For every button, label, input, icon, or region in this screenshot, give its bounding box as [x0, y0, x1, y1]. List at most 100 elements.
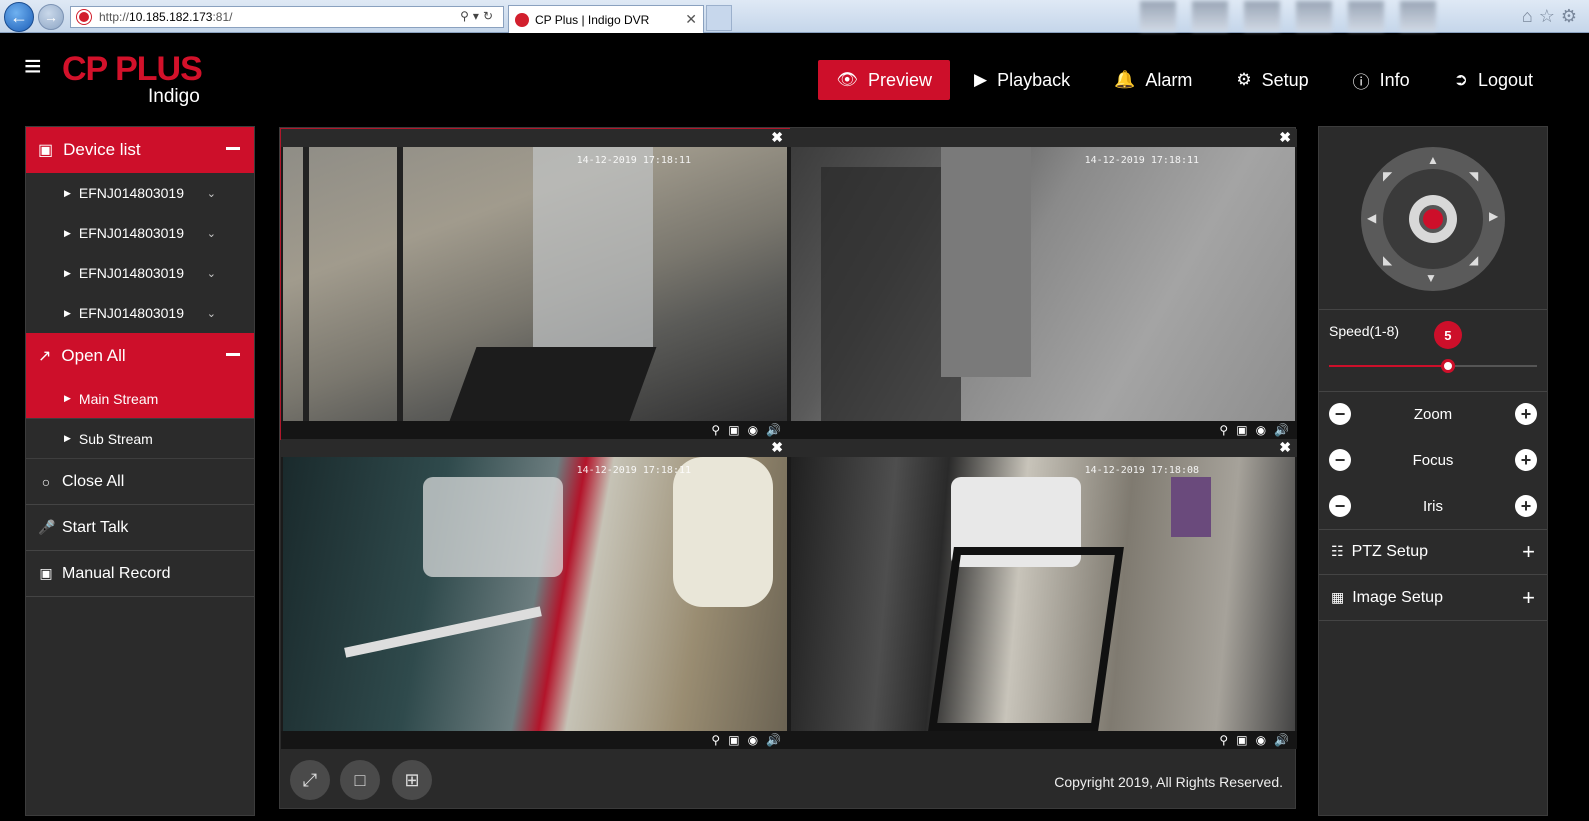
chevron-down-icon[interactable]: ⌄: [207, 187, 216, 200]
close-icon[interactable]: ✖: [1279, 439, 1291, 456]
camera-timestamp: 14-12-2019 17:18:11: [576, 155, 691, 166]
ptz-setup-section[interactable]: ☷ PTZ Setup +: [1319, 529, 1547, 575]
zoom-icon[interactable]: ⚲: [1219, 423, 1228, 437]
browser-right-icons[interactable]: ⌂☆⚙: [1522, 6, 1583, 27]
device-name: EFNJ014803019: [78, 305, 184, 321]
arrow-up-right-icon[interactable]: ◥: [1469, 169, 1478, 183]
brand-sub: Indigo: [148, 86, 200, 107]
main-stream-item[interactable]: ▶ Main Stream: [26, 379, 254, 419]
arrow-left-icon[interactable]: ◀: [1367, 211, 1376, 225]
audio-icon[interactable]: 🔊: [766, 423, 781, 437]
nav-setup[interactable]: ⚙ Setup: [1216, 60, 1328, 100]
camera-cell-1[interactable]: ✖ 14-12-2019 17:18:11 ⚲ ▣ ◉ 🔊: [280, 128, 790, 440]
zoom-in-button[interactable]: +: [1515, 403, 1537, 425]
settings-icon[interactable]: ⚙: [1561, 6, 1583, 26]
nav-playback[interactable]: ▶ Playback: [954, 60, 1090, 100]
arrow-right-icon[interactable]: ▶: [1489, 209, 1498, 223]
zoom-icon[interactable]: ⚲: [711, 423, 720, 437]
speed-slider[interactable]: 5: [1329, 321, 1537, 373]
zoom-icon[interactable]: ⚲: [1219, 733, 1228, 747]
audio-icon[interactable]: 🔊: [1274, 423, 1289, 437]
chevron-down-icon[interactable]: ⌄: [207, 227, 216, 240]
arrow-down-icon[interactable]: ▼: [1425, 271, 1437, 285]
focus-control: − Focus +: [1319, 437, 1547, 483]
ptz-joystick[interactable]: ▲ ▼ ◀ ▶ ◤ ◥ ◣ ◢: [1361, 147, 1505, 291]
device-item[interactable]: ▶ EFNJ014803019 ⌄: [26, 213, 254, 253]
snapshot-icon[interactable]: ◉: [748, 423, 758, 437]
joystick-center[interactable]: [1409, 195, 1457, 243]
close-icon[interactable]: ✖: [771, 439, 783, 456]
record-icon[interactable]: ▣: [1236, 733, 1247, 747]
start-talk-button[interactable]: 🎤 Start Talk: [26, 505, 254, 551]
image-setup-section[interactable]: ▦ Image Setup +: [1319, 575, 1547, 621]
new-tab-button[interactable]: [706, 5, 732, 31]
address-bar[interactable]: http://10.185.182.173:81/ ⚲▾↻: [70, 6, 504, 28]
camera-cell-3[interactable]: ✖ 14-12-2019 17:18:11 ⚲ ▣ ◉ 🔊: [281, 439, 789, 749]
arrow-up-icon[interactable]: ▲: [1427, 153, 1439, 167]
device-name: EFNJ014803019: [78, 225, 184, 241]
device-list-header[interactable]: ▣ Device list: [26, 127, 254, 173]
nav-logout[interactable]: ➲ Logout: [1434, 60, 1553, 100]
camera-icon: ▣: [38, 142, 54, 159]
tab-close-icon[interactable]: ✕: [685, 11, 697, 28]
close-icon[interactable]: ✖: [1279, 129, 1291, 146]
record-icon[interactable]: ▣: [1236, 423, 1247, 437]
sub-stream-item[interactable]: ▶ Sub Stream: [26, 419, 254, 459]
iris-plus-button[interactable]: +: [1515, 495, 1537, 517]
camera-feed-2[interactable]: 14-12-2019 17:18:11: [791, 147, 1295, 421]
left-sidebar: ▣ Device list ▶ EFNJ014803019 ⌄ ▶ EFNJ01480…: [25, 126, 255, 816]
open-all-header[interactable]: ↗ Open All: [26, 333, 254, 379]
nav-preview[interactable]: 👁 Preview: [818, 60, 951, 100]
iris-minus-button[interactable]: −: [1329, 495, 1351, 517]
arrow-down-right-icon[interactable]: ◢: [1469, 253, 1478, 267]
camera-feed-1[interactable]: 14-12-2019 17:18:11: [283, 147, 787, 421]
play-icon: ▶: [974, 70, 988, 89]
chevron-down-icon[interactable]: ⌄: [207, 267, 216, 280]
collapse-icon[interactable]: [226, 147, 240, 150]
browser-back-button[interactable]: ←: [4, 2, 34, 32]
snapshot-icon[interactable]: ◉: [748, 733, 758, 747]
image-setup-label: Image Setup: [1352, 588, 1443, 606]
focus-plus-button[interactable]: +: [1515, 449, 1537, 471]
device-item[interactable]: ▶ EFNJ014803019 ⌄: [26, 253, 254, 293]
nav-label: Info: [1379, 69, 1410, 90]
device-item[interactable]: ▶ EFNJ014803019 ⌄: [26, 293, 254, 333]
close-icon[interactable]: ✖: [771, 129, 783, 146]
arrow-down-left-icon[interactable]: ◣: [1383, 253, 1392, 267]
snapshot-icon[interactable]: ◉: [1256, 733, 1266, 747]
quad-view-button[interactable]: ⊞: [392, 760, 432, 800]
camera-feed-4[interactable]: 14-12-2019 17:18:08: [791, 457, 1295, 731]
browser-forward-button[interactable]: →: [38, 4, 64, 30]
collapse-icon[interactable]: [226, 353, 240, 356]
chevron-down-icon[interactable]: ⌄: [207, 307, 216, 320]
door-frame-shape: [928, 547, 1124, 731]
nav-alarm[interactable]: 🔔 Alarm: [1094, 60, 1212, 100]
record-icon[interactable]: ▣: [728, 733, 739, 747]
audio-icon[interactable]: 🔊: [766, 733, 781, 747]
single-view-button[interactable]: □: [340, 760, 380, 800]
expand-plus-icon[interactable]: +: [1522, 585, 1535, 611]
zoom-icon[interactable]: ⚲: [711, 733, 720, 747]
zoom-out-button[interactable]: −: [1329, 403, 1351, 425]
camera-cell-2[interactable]: ✖ 14-12-2019 17:18:11 ⚲ ▣ ◉ 🔊: [789, 129, 1297, 439]
star-icon[interactable]: ☆: [1539, 6, 1561, 26]
fullscreen-button[interactable]: ⤢: [290, 760, 330, 800]
tab-title: CP Plus | Indigo DVR: [535, 12, 650, 27]
nav-info[interactable]: ⓘ Info: [1333, 60, 1430, 100]
audio-icon[interactable]: 🔊: [1274, 733, 1289, 747]
snapshot-icon[interactable]: ◉: [1256, 423, 1266, 437]
speed-slider-knob[interactable]: [1440, 359, 1455, 373]
record-icon[interactable]: ▣: [728, 423, 739, 437]
manual-record-button[interactable]: ▣ Manual Record: [26, 551, 254, 597]
browser-tab[interactable]: CP Plus | Indigo DVR ✕: [508, 5, 704, 33]
camera-feed-3[interactable]: 14-12-2019 17:18:11: [283, 457, 787, 731]
expand-plus-icon[interactable]: +: [1522, 539, 1535, 565]
close-all-button[interactable]: ○ Close All: [26, 459, 254, 505]
nav-label: Logout: [1477, 69, 1533, 90]
home-icon[interactable]: ⌂: [1522, 6, 1539, 26]
arrow-up-left-icon[interactable]: ◤: [1383, 169, 1392, 183]
device-item[interactable]: ▶ EFNJ014803019 ⌄: [26, 173, 254, 213]
camera-cell-4[interactable]: ✖ 14-12-2019 17:18:08 ⚲ ▣ ◉ 🔊: [789, 439, 1297, 749]
address-tools-icons[interactable]: ⚲▾↻: [460, 9, 497, 23]
focus-minus-button[interactable]: −: [1329, 449, 1351, 471]
